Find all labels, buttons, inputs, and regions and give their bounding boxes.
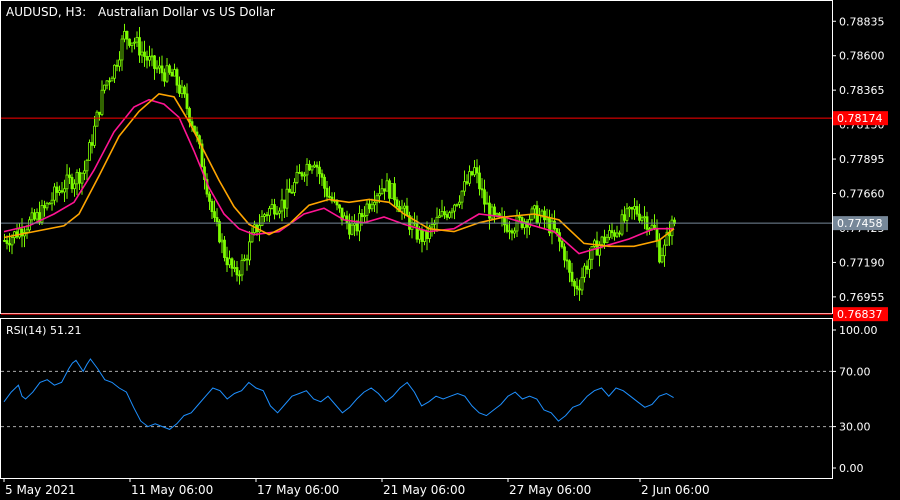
price-tick-label: 0.77660	[839, 188, 885, 201]
price-tick-label: 0.78600	[839, 50, 885, 63]
level-price-marker: 0.78174	[833, 111, 888, 126]
symbol-timeframe-label: AUDUSD, H3:	[6, 5, 86, 19]
bid-price-marker: 0.77458	[833, 216, 888, 231]
candle	[223, 236, 226, 262]
price-marker-label: 0.77458	[837, 217, 883, 230]
time-tick-label: 2 Jun 06:00	[641, 483, 710, 497]
time-tick-label: 17 May 06:00	[257, 483, 339, 497]
time-tick-label: 11 May 06:00	[131, 483, 213, 497]
candle	[390, 183, 394, 199]
price-marker-label: 0.78174	[837, 112, 883, 125]
rsi-tick-label: 70.00	[839, 365, 871, 378]
price-tick-label: 0.77190	[839, 256, 885, 269]
price-tick-label: 0.78835	[839, 15, 885, 28]
price-tick-label: 0.78365	[839, 84, 885, 97]
level-price-marker: 0.76837	[833, 307, 888, 322]
time-tick-label: 21 May 06:00	[383, 483, 465, 497]
price-axis: 0.788350.786000.783650.781300.778950.776…	[832, 15, 885, 304]
trading-chart[interactable]: AUDUSD, H3: Australian Dollar vs US Doll…	[0, 0, 900, 500]
candle	[200, 139, 204, 168]
symbol-title: AUDUSD, H3: Australian Dollar vs US Doll…	[6, 5, 275, 19]
rsi-tick-label: 30.00	[839, 421, 871, 434]
price-tick-label: 0.76955	[839, 291, 885, 304]
chart-background	[0, 0, 900, 500]
rsi-tick-label: 100.00	[839, 324, 878, 337]
symbol-description-label: Australian Dollar vs US Dollar	[98, 5, 275, 19]
rsi-tick-label: 0.00	[839, 462, 864, 475]
candle	[88, 139, 91, 161]
candle	[388, 178, 391, 202]
price-tick-label: 0.77895	[839, 153, 885, 166]
price-marker-label: 0.76837	[837, 308, 883, 321]
time-tick-label: 27 May 06:00	[509, 483, 591, 497]
time-tick-label: 5 May 2021	[5, 483, 76, 497]
rsi-title: RSI(14) 51.21	[6, 324, 81, 337]
